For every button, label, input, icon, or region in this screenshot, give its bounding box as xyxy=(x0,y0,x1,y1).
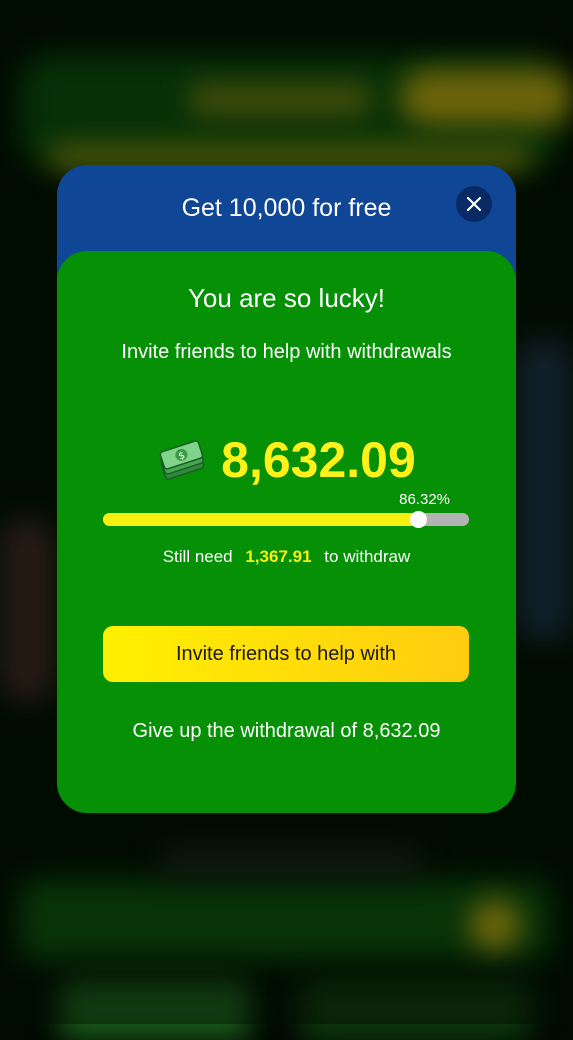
invite-friends-button[interactable]: Invite friends to help with xyxy=(103,626,469,682)
lucky-heading: You are so lucky! xyxy=(187,283,386,313)
amount-row: $ 8,632.09 xyxy=(57,431,516,489)
give-up-withdrawal-link[interactable]: Give up the withdrawal of 8,632.09 xyxy=(57,720,516,743)
still-need-suffix: to withdraw xyxy=(324,547,411,566)
modal-header: Get 10,000 for free xyxy=(57,165,516,251)
balance-amount: 8,632.09 xyxy=(221,432,416,488)
progress-knob xyxy=(409,511,427,528)
invite-modal: Get 10,000 for free You are so lucky! In… xyxy=(57,165,516,813)
cash-stack-icon: $ xyxy=(159,440,205,480)
close-icon xyxy=(466,196,482,212)
progress-fill xyxy=(103,513,419,526)
invite-subtitle: Invite friends to help with withdrawals xyxy=(121,341,452,363)
still-need-value: 1,367.91 xyxy=(245,547,312,566)
withdraw-progress-bar xyxy=(103,511,469,528)
modal-title: Get 10,000 for free xyxy=(181,193,392,222)
modal-body: You are so lucky! Invite friends to help… xyxy=(57,251,516,813)
still-need-text: Still need 1,367.91 to withdraw xyxy=(57,547,516,567)
still-need-prefix: Still need xyxy=(162,547,233,566)
close-button[interactable] xyxy=(456,186,492,222)
progress-percent: 86.32% xyxy=(399,491,450,508)
